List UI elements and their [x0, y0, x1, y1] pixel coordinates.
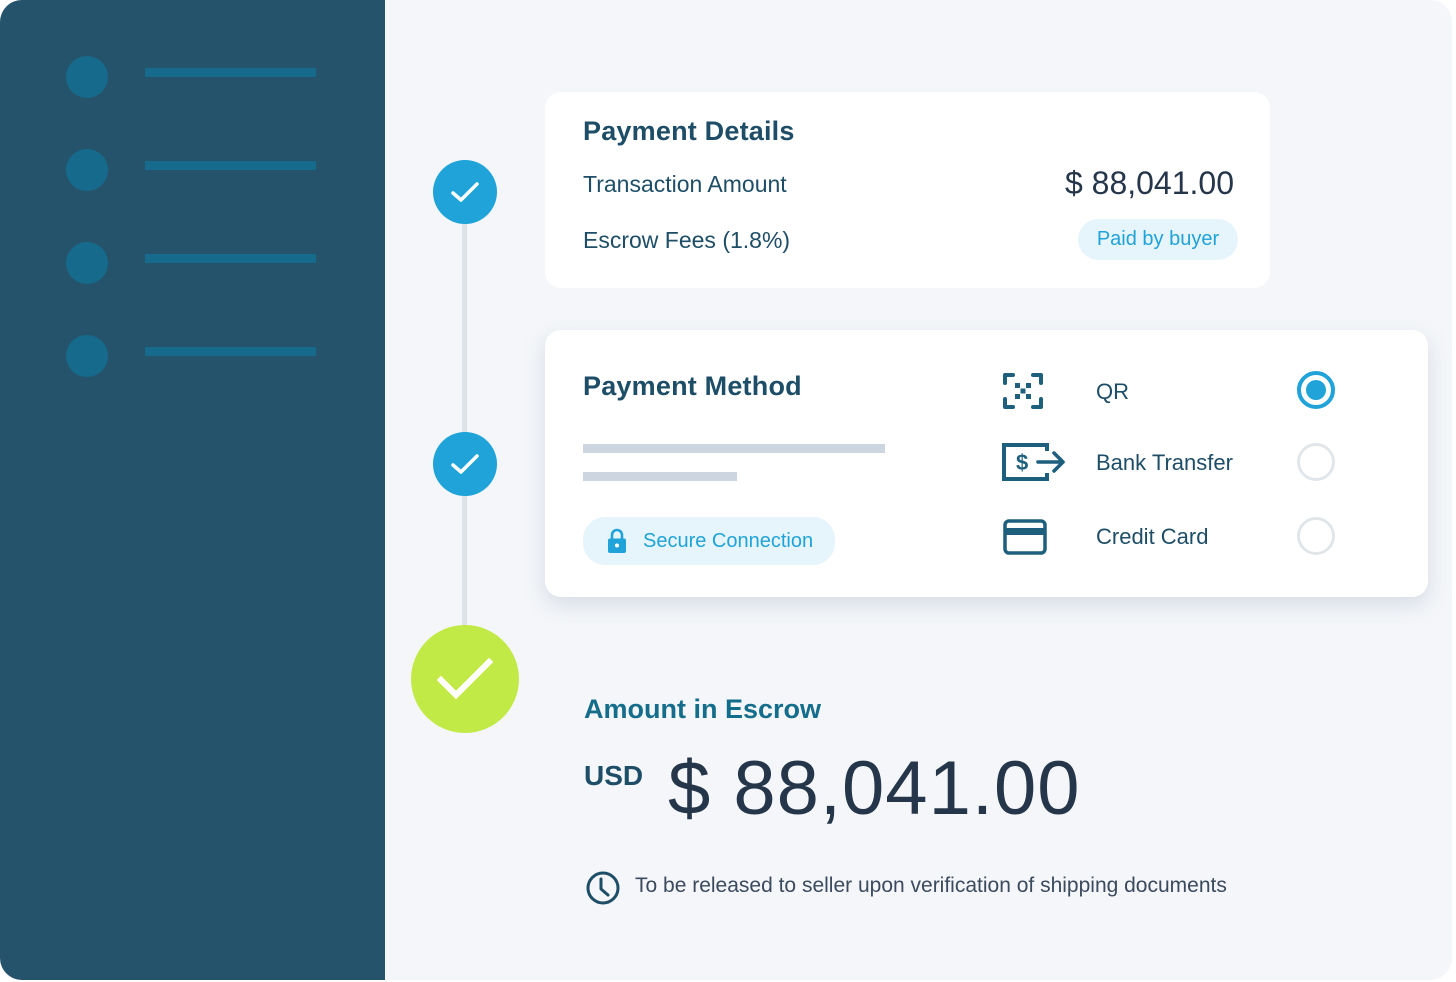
payment-option-bank-transfer-label: Bank Transfer: [1096, 450, 1233, 475]
timeline-step-3: [411, 625, 519, 733]
release-note: To be released to seller upon verificati…: [635, 874, 1227, 897]
payment-option-bank-transfer-radio[interactable]: [1297, 443, 1335, 481]
sidebar-item-label-placeholder: [145, 161, 316, 170]
timeline-step-2: [433, 432, 497, 496]
sidebar: [0, 0, 385, 980]
payment-method-title: Payment Method: [583, 371, 802, 401]
bank-transfer-icon: $: [1002, 443, 1065, 481]
sidebar-item-label-placeholder: [145, 68, 316, 77]
payment-option-credit-card-label: Credit Card: [1096, 524, 1209, 549]
clock-icon: [586, 871, 620, 905]
lock-icon: [608, 528, 626, 553]
secure-connection-badge: Secure Connection: [583, 517, 835, 565]
sidebar-item[interactable]: [66, 242, 326, 284]
credit-card-icon: [1003, 519, 1047, 555]
transaction-amount-value: $ 88,041.00: [1064, 165, 1234, 201]
sidebar-item-dot-icon: [66, 335, 108, 377]
sidebar-item-label-placeholder: [145, 254, 316, 263]
sidebar-item[interactable]: [66, 149, 326, 191]
sidebar-item-dot-icon: [66, 149, 108, 191]
check-icon: [451, 182, 479, 202]
check-icon: [437, 658, 493, 700]
escrow-fees-label: Escrow Fees (1.8%): [583, 227, 791, 253]
sidebar-item-label-placeholder: [145, 347, 316, 356]
payment-option-credit-card-radio[interactable]: [1297, 517, 1335, 555]
payment-details-title: Payment Details: [583, 116, 795, 146]
text-placeholder-line: [583, 444, 885, 453]
sidebar-item-dot-icon: [66, 56, 108, 98]
payment-option-qr-radio[interactable]: [1297, 371, 1335, 409]
payment-method-card: Payment Method Secure Connection QR $ Ba…: [545, 330, 1428, 597]
sidebar-item[interactable]: [66, 56, 326, 98]
amount-in-escrow-title: Amount in Escrow: [584, 694, 822, 724]
payment-details-card: Payment Details Transaction Amount $ 88,…: [545, 92, 1270, 288]
payment-option-qr-label: QR: [1096, 379, 1129, 404]
currency-code: USD: [584, 760, 644, 791]
app-frame: Payment Details Transaction Amount $ 88,…: [0, 0, 1452, 980]
escrow-amount: $ 88,041.00: [668, 746, 1081, 831]
text-placeholder-line: [583, 472, 737, 481]
svg-text:$: $: [1016, 450, 1028, 475]
timeline-step-1: [433, 160, 497, 224]
secure-connection-label: Secure Connection: [643, 529, 814, 552]
sidebar-item-dot-icon: [66, 242, 108, 284]
sidebar-item[interactable]: [66, 335, 326, 377]
timeline-connector: [462, 222, 467, 632]
qr-scan-icon: [1003, 373, 1043, 409]
check-icon: [451, 454, 479, 474]
paid-by-buyer-badge: Paid by buyer: [1078, 219, 1238, 260]
transaction-amount-label: Transaction Amount: [583, 171, 787, 197]
